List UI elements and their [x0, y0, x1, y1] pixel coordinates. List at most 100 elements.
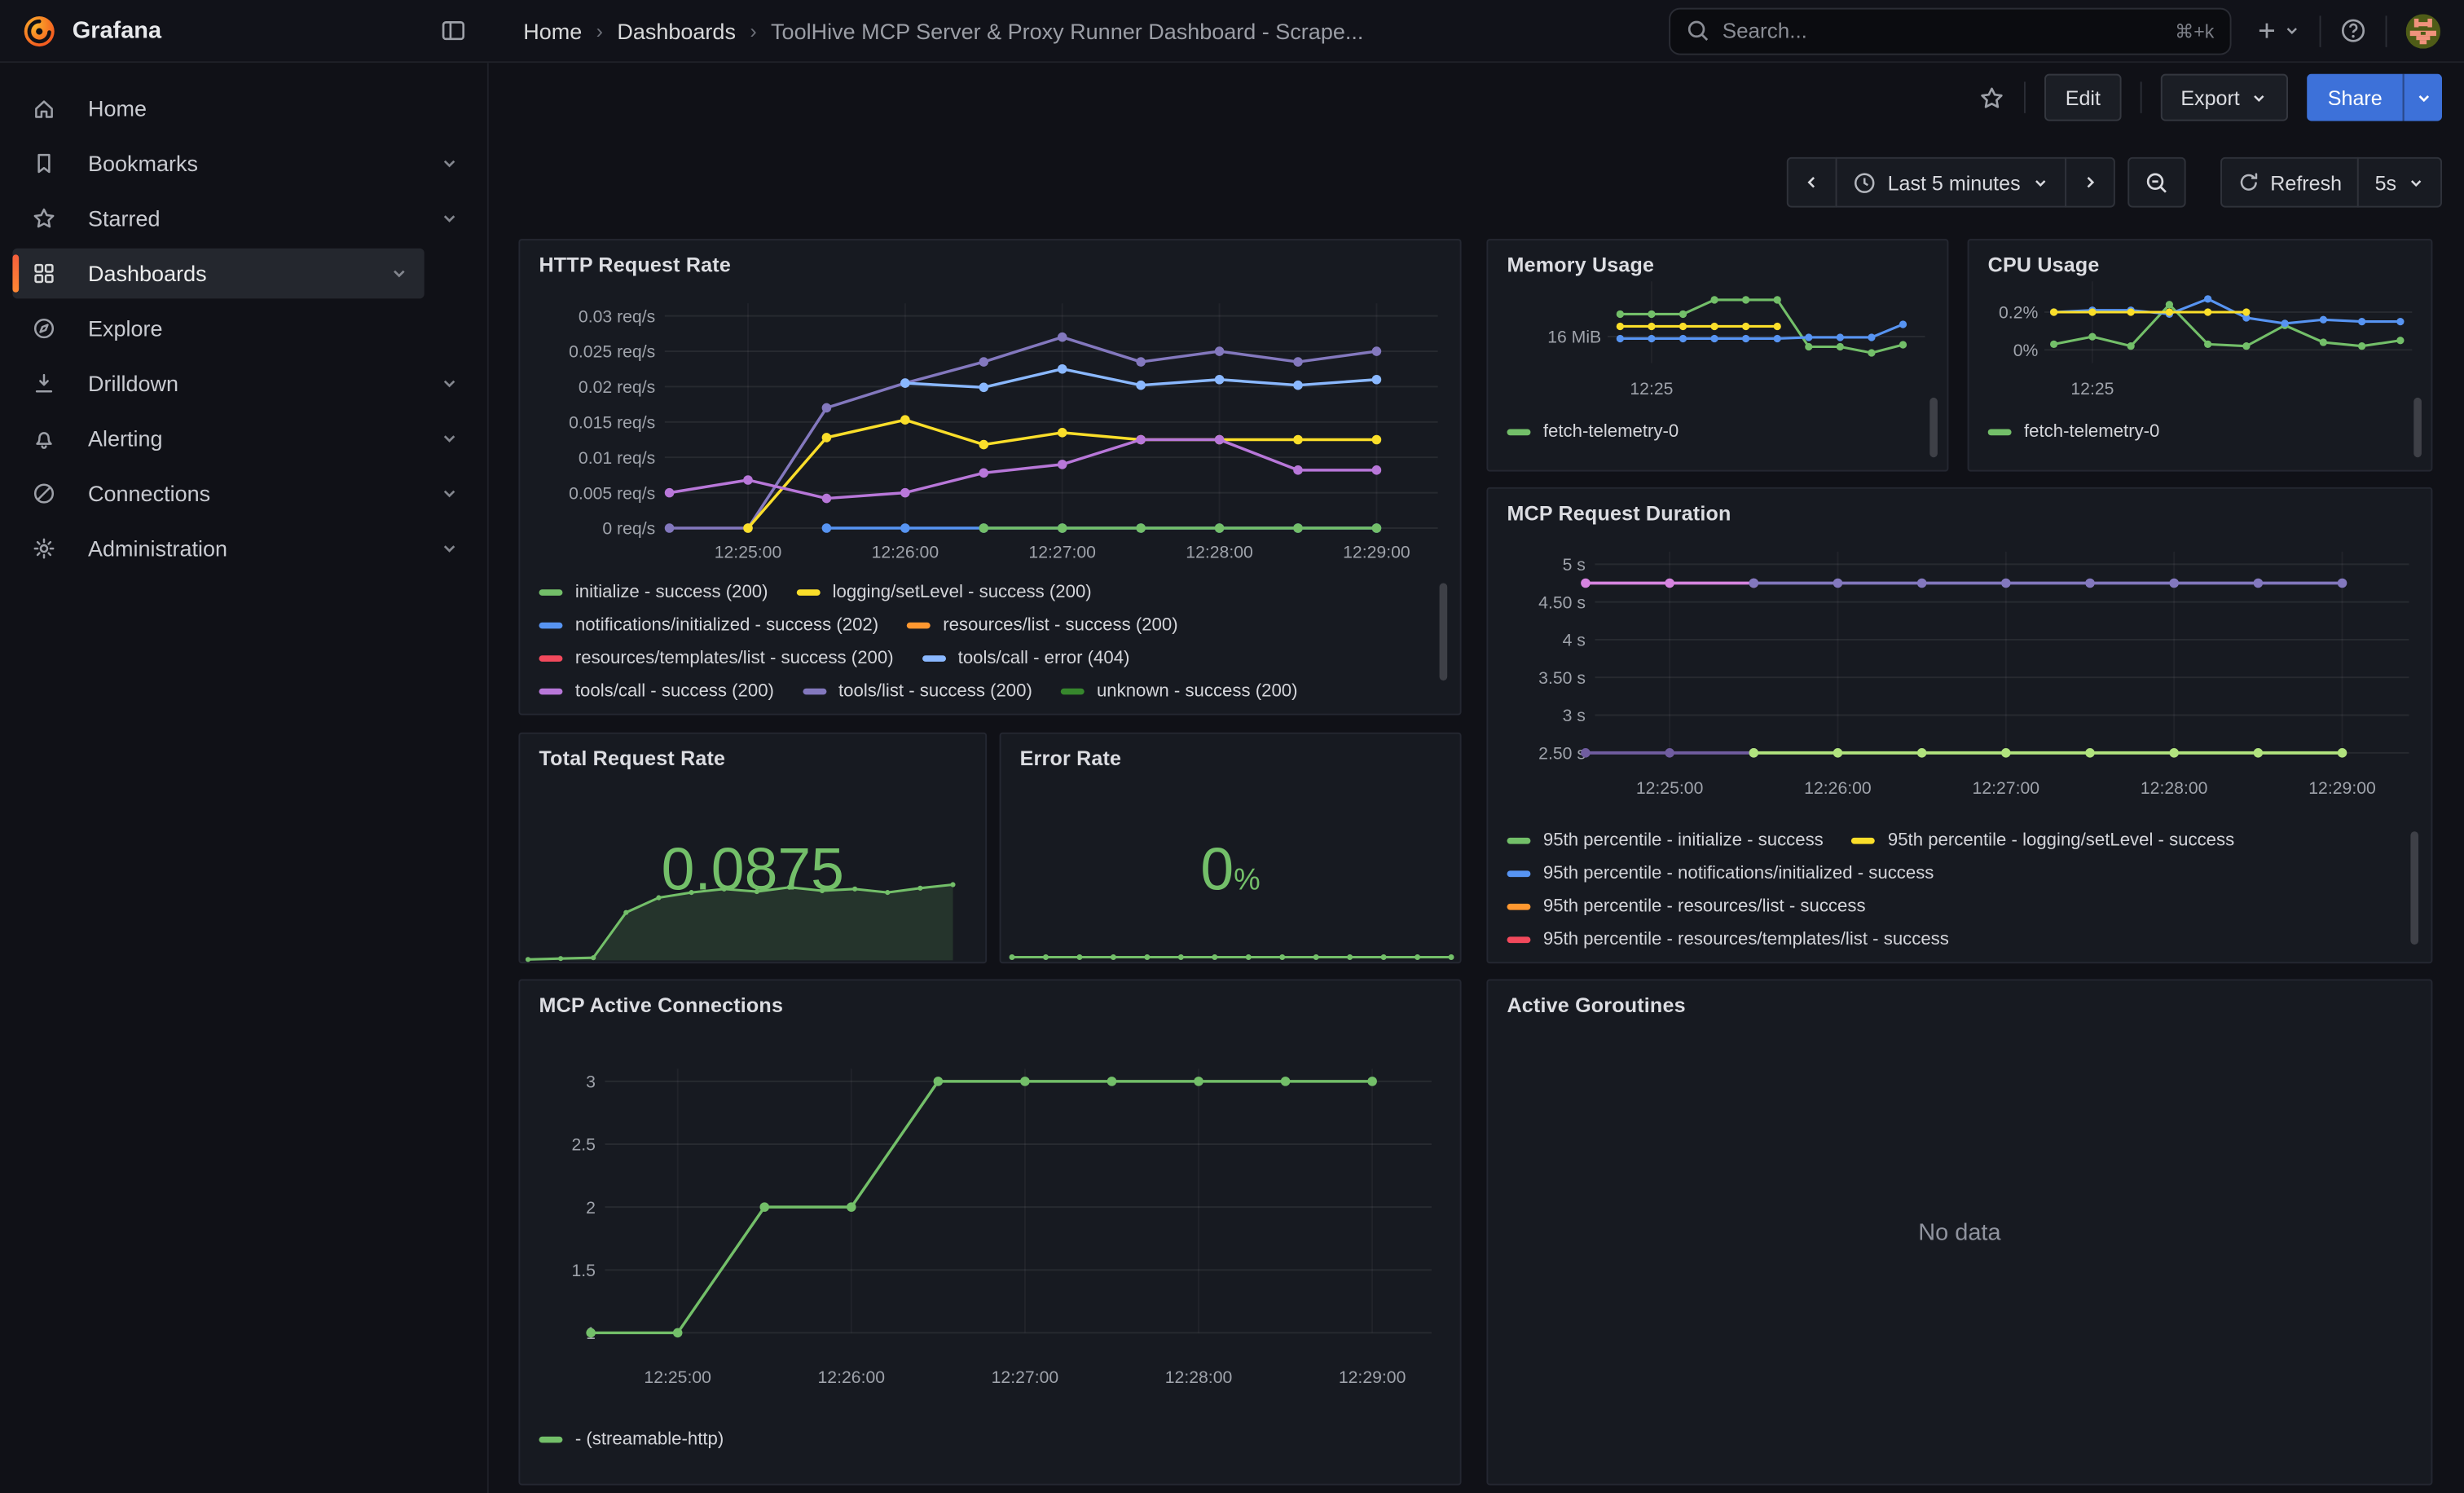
legend-item[interactable]: resources/list - success (200) — [907, 616, 1178, 635]
panel-title[interactable]: HTTP Request Rate — [539, 253, 730, 276]
plug-icon — [32, 481, 57, 506]
drilldown-icon — [32, 371, 57, 396]
legend-label: tools/call - error (404) — [958, 649, 1130, 667]
cpu-usage-chart[interactable]: 12:250.2%0% — [1975, 281, 2425, 413]
legend-label: logging/setLevel - success (200) — [833, 583, 1092, 601]
legend-item[interactable]: notifications/initialized - success (202… — [539, 616, 878, 635]
time-range-group: Last 5 minutes — [1787, 157, 2114, 208]
legend-chip — [539, 589, 562, 597]
legend-scrollbar[interactable] — [2410, 831, 2418, 945]
svg-text:1.5: 1.5 — [571, 1262, 595, 1280]
bell-icon — [32, 426, 57, 451]
sidebar-item-home[interactable]: Home — [12, 83, 474, 134]
panel-title[interactable]: MCP Request Duration — [1507, 501, 1731, 525]
favorite-star-button[interactable] — [1979, 84, 2006, 111]
svg-text:12:29:00: 12:29:00 — [1343, 544, 1410, 562]
legend-item[interactable]: tools/list - success (200) — [803, 682, 1032, 701]
legend-item[interactable]: 95th percentile - notifications/initiali… — [1507, 865, 1934, 883]
svg-text:0.02 req/s: 0.02 req/s — [579, 378, 655, 397]
legend-item[interactable]: tools/call - success (200) — [539, 682, 773, 701]
sidebar-item-administration[interactable]: Administration — [12, 523, 474, 574]
mcp-request-duration-chart[interactable]: 12:25:0012:26:0012:27:0012:28:0012:29:00… — [1501, 536, 2422, 829]
legend-item[interactable]: unknown - success (200) — [1061, 682, 1298, 701]
panel-title[interactable]: Memory Usage — [1507, 253, 1654, 276]
add-new-button[interactable] — [2255, 19, 2300, 42]
chevron-down-icon[interactable] — [440, 374, 459, 393]
http-request-rate-chart[interactable]: 12:25:0012:26:0012:27:0012:28:0012:29:00… — [533, 288, 1450, 580]
sidebar-item-starred[interactable]: Starred — [12, 193, 474, 244]
share-button[interactable]: Share — [2308, 74, 2403, 121]
panel-title[interactable]: MCP Active Connections — [539, 993, 783, 1017]
memory-usage-chart[interactable]: 12:2516 MiB — [1498, 281, 1941, 413]
legend-item[interactable]: 95th percentile - initialize - success — [1507, 831, 1823, 850]
breadcrumb-dashboards[interactable]: Dashboards — [617, 18, 736, 43]
time-range-picker[interactable]: Last 5 minutes — [1836, 157, 2066, 208]
chevron-down-icon[interactable] — [440, 429, 459, 447]
legend-label: resources/templates/list - success (200) — [575, 649, 894, 667]
svg-text:4.50 s: 4.50 s — [1538, 593, 1586, 612]
grafana-logo[interactable] — [22, 13, 56, 47]
sidebar-item-dashboards[interactable]: Dashboards — [12, 249, 424, 299]
breadcrumb-home[interactable]: Home — [523, 18, 582, 43]
svg-text:3 s: 3 s — [1563, 707, 1586, 725]
svg-text:2: 2 — [586, 1199, 596, 1218]
panel-title[interactable]: CPU Usage — [1988, 253, 2100, 276]
legend-item[interactable]: 95th percentile - resources/list - succe… — [1507, 897, 1865, 916]
legend-scrollbar[interactable] — [1929, 398, 1938, 457]
legend-chip — [1507, 837, 1530, 844]
sidebar-item-drilldown[interactable]: Drilldown — [12, 359, 474, 409]
legend-item[interactable]: fetch-telemetry-0 — [1507, 423, 1679, 442]
sidebar-item-explore[interactable]: Explore — [12, 303, 474, 354]
chevron-down-icon[interactable] — [440, 484, 459, 503]
legend-label: fetch-telemetry-0 — [2024, 423, 2159, 442]
legend-item[interactable]: 95th percentile - resources/templates/li… — [1507, 931, 1948, 949]
search-icon — [1686, 19, 1709, 42]
chevron-down-icon[interactable] — [440, 539, 459, 557]
legend-item[interactable]: - (streamable-http) — [539, 1430, 724, 1449]
dock-menu-icon[interactable] — [440, 17, 467, 44]
legend-scrollbar[interactable] — [1440, 583, 1448, 680]
grafana-app: Grafana Home › Dashboards › ToolHive MCP… — [0, 0, 2464, 1493]
svg-text:12:26:00: 12:26:00 — [1804, 779, 1872, 798]
brand-section: Grafana — [0, 13, 489, 47]
avatar[interactable] — [2406, 13, 2440, 47]
legend-scrollbar[interactable] — [2413, 398, 2422, 457]
legend-chip — [539, 688, 562, 695]
refresh-interval-picker[interactable]: 5s — [2357, 157, 2442, 208]
sidebar-item-connections[interactable]: Connections — [12, 469, 474, 519]
legend-item[interactable]: logging/setLevel - success (200) — [796, 583, 1091, 601]
legend-item[interactable]: tools/call - error (404) — [922, 649, 1129, 667]
compass-icon — [32, 316, 57, 341]
help-icon[interactable] — [2340, 17, 2367, 44]
legend-item[interactable]: 95th percentile - logging/setLevel - suc… — [1852, 831, 2235, 850]
svg-text:12:27:00: 12:27:00 — [1973, 779, 2040, 798]
time-forward-button[interactable] — [2065, 157, 2115, 208]
gear-icon — [32, 536, 57, 562]
legend-label: 95th percentile - logging/setLevel - suc… — [1888, 831, 2234, 850]
zoom-out-button[interactable] — [2127, 157, 2185, 208]
cpu-legend: fetch-telemetry-0 — [1988, 423, 2394, 455]
export-button[interactable]: Export — [2160, 74, 2288, 121]
chevron-down-icon[interactable] — [440, 209, 459, 227]
chevron-down-icon[interactable] — [389, 264, 408, 283]
breadcrumb-current: ToolHive MCP Server & Proxy Runner Dashb… — [771, 18, 1363, 43]
edit-button[interactable]: Edit — [2045, 74, 2121, 121]
mcp-active-connections-chart[interactable]: 12:25:0012:26:0012:27:0012:28:0012:29:00… — [533, 1024, 1450, 1402]
refresh-button[interactable]: Refresh — [2220, 157, 2360, 208]
sidebar-item-alerting[interactable]: Alerting — [12, 413, 474, 464]
time-back-button[interactable] — [1787, 157, 1837, 208]
svg-text:5 s: 5 s — [1563, 556, 1586, 575]
share-split-button: Share — [2308, 74, 2442, 121]
sidebar-item-bookmarks[interactable]: Bookmarks — [12, 139, 474, 189]
svg-text:0.2%: 0.2% — [1999, 304, 2038, 323]
legend-chip — [1507, 903, 1530, 910]
legend-item[interactable]: resources/templates/list - success (200) — [539, 649, 893, 667]
svg-text:12:28:00: 12:28:00 — [2141, 779, 2208, 798]
share-dropdown-button[interactable] — [2403, 74, 2442, 121]
search-input[interactable]: Search... ⌘+k — [1669, 7, 2231, 55]
chevron-down-icon[interactable] — [440, 154, 459, 173]
legend-label: initialize - success (200) — [575, 583, 768, 601]
legend-item[interactable]: fetch-telemetry-0 — [1988, 423, 2160, 442]
legend-item[interactable]: initialize - success (200) — [539, 583, 768, 601]
svg-text:0.015 req/s: 0.015 req/s — [569, 414, 655, 433]
